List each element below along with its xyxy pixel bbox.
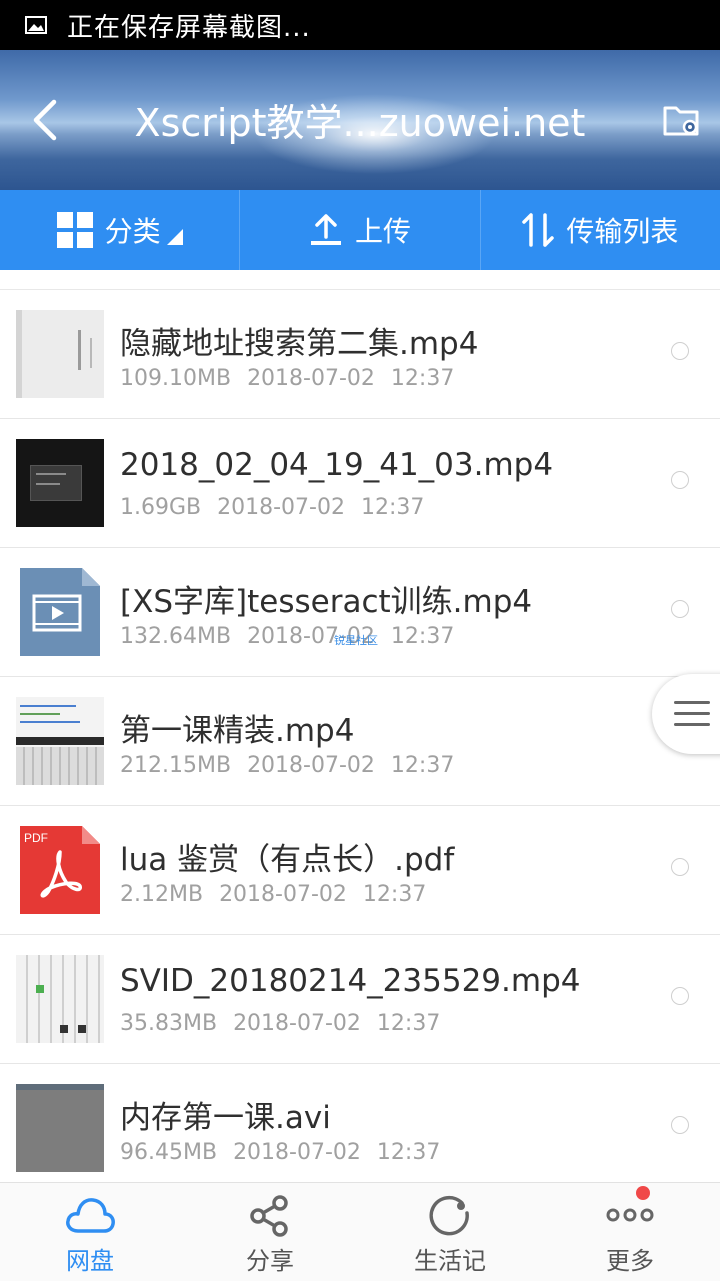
file-meta: 35.83MB 2018-07-02 12:37	[120, 1011, 456, 1036]
file-meta: 96.45MB 2018-07-02 12:37	[120, 1140, 456, 1165]
file-meta: 1.69GB 2018-07-02 12:37	[120, 495, 440, 520]
header: Xscript教学...zuowei.net	[0, 50, 720, 190]
file-date: 2018-07-02	[217, 495, 345, 520]
file-meta: 2.12MB 2018-07-02 12:37	[120, 882, 442, 907]
file-name: 隐藏地址搜索第二集.mp4	[120, 326, 479, 362]
video-thumbnail	[16, 310, 104, 398]
file-name: lua 鉴赏（有点长）.pdf	[120, 842, 455, 878]
status-bar: 正在保存屏幕截图...	[0, 0, 720, 50]
select-radio[interactable]	[671, 987, 689, 1005]
nav-life[interactable]: 生活记	[360, 1183, 540, 1281]
file-name: [XS字库]tesseract训练.mp4	[120, 584, 533, 620]
file-time: 12:37	[390, 624, 455, 649]
dropdown-triangle-icon	[166, 229, 183, 245]
upload-label: 上传	[354, 215, 411, 248]
file-row[interactable]: PDF lua 鉴赏（有点长）.pdf 2.12MB 2018-07-02 12:3…	[0, 806, 720, 935]
category-button[interactable]: 分类	[0, 190, 241, 270]
select-radio[interactable]	[671, 600, 689, 618]
status-text: 正在保存屏幕截图...	[67, 12, 311, 43]
nav-share-label: 分享	[246, 1247, 294, 1275]
grid-icon	[56, 212, 93, 248]
file-row[interactable]: [XS字库]tesseract训练.mp4 132.64MB 2018-07-02…	[0, 548, 720, 677]
file-size: 2.12MB	[120, 882, 204, 907]
transfer-list-button[interactable]: 传输列表	[481, 190, 720, 270]
file-name: SVID_20180214_235529.mp4	[120, 963, 581, 999]
file-time: 12:37	[376, 1011, 441, 1036]
file-list: 隐藏地址搜索第二集.mp4 109.10MB 2018-07-02 12:37 20…	[0, 290, 720, 1192]
category-label: 分类	[104, 215, 161, 248]
file-size: 1.69GB	[120, 495, 202, 520]
file-meta: 212.15MB 2018-07-02 12:37	[120, 753, 470, 778]
video-thumbnail	[16, 439, 104, 527]
nav-more-label: 更多	[606, 1247, 654, 1275]
file-name: 2018_02_04_19_41_03.mp4	[120, 447, 554, 483]
image-icon	[25, 16, 47, 34]
nav-share[interactable]: 分享	[180, 1183, 360, 1281]
file-time: 12:37	[362, 882, 427, 907]
menu-icon	[674, 701, 710, 734]
file-row[interactable]: 隐藏地址搜索第二集.mp4 109.10MB 2018-07-02 12:37	[0, 290, 720, 419]
video-file-icon	[16, 568, 104, 656]
file-size: 132.64MB	[120, 624, 232, 649]
select-radio[interactable]	[671, 342, 689, 360]
pdf-icon: PDF	[16, 826, 104, 914]
file-meta: 109.10MB 2018-07-02 12:37	[120, 366, 470, 391]
file-meta: 132.64MB 2018-07-02 12:37	[120, 624, 470, 649]
video-thumbnail	[16, 955, 104, 1043]
select-radio[interactable]	[671, 858, 689, 876]
share-icon	[250, 1195, 288, 1237]
file-name: 内存第一课.avi	[120, 1100, 331, 1136]
file-time: 12:37	[376, 1140, 441, 1165]
file-row[interactable]: 2018_02_04_19_41_03.mp4 1.69GB 2018-07-02…	[0, 419, 720, 548]
notification-dot	[636, 1186, 650, 1200]
nav-cloud-label: 网盘	[66, 1247, 114, 1275]
more-dots-icon	[606, 1208, 654, 1222]
file-size: 109.10MB	[120, 366, 232, 391]
file-size: 212.15MB	[120, 753, 232, 778]
video-thumbnail	[16, 697, 104, 785]
upload-icon	[310, 214, 341, 245]
cloud-icon	[66, 1198, 115, 1233]
file-date: 2018-07-02	[233, 1011, 361, 1036]
upload-button[interactable]: 上传	[240, 190, 481, 270]
back-arrow-icon[interactable]	[28, 98, 62, 142]
nav-cloud[interactable]: 网盘	[0, 1183, 180, 1281]
file-row[interactable]: SVID_20180214_235529.mp4 35.83MB 2018-07-…	[0, 935, 720, 1064]
bottom-navigation: 网盘 分享 生活记 更多	[0, 1182, 720, 1281]
nav-more[interactable]: 更多	[540, 1183, 720, 1281]
file-time: 12:37	[390, 366, 455, 391]
select-radio[interactable]	[671, 1116, 689, 1134]
file-date: 2018-07-02	[233, 1140, 361, 1165]
file-size: 35.83MB	[120, 1011, 218, 1036]
file-date: 2018-07-02	[247, 366, 375, 391]
file-row[interactable]: 内存第一课.avi 96.45MB 2018-07-02 12:37	[0, 1064, 720, 1192]
life-record-icon	[429, 1195, 469, 1236]
pdf-badge: PDF	[24, 831, 48, 845]
file-row[interactable]: 第一课精装.mp4 212.15MB 2018-07-02 12:37	[0, 677, 720, 806]
file-time: 12:37	[390, 753, 455, 778]
file-date: 2018-07-02	[247, 753, 375, 778]
file-size: 96.45MB	[120, 1140, 218, 1165]
file-time: 12:37	[360, 495, 425, 520]
video-thumbnail	[16, 1084, 104, 1172]
action-toolbar: 分类 上传 传输列表	[0, 190, 720, 270]
page-title: Xscript教学...zuowei.net	[134, 101, 586, 145]
transfer-list-label: 传输列表	[566, 215, 679, 248]
nav-life-label: 生活记	[414, 1247, 486, 1275]
file-name: 第一课精装.mp4	[120, 713, 355, 749]
file-date: 2018-07-02	[219, 882, 347, 907]
watermark: 锐星社区	[334, 634, 378, 647]
select-radio[interactable]	[671, 471, 689, 489]
transfer-arrows-icon	[522, 213, 555, 247]
folder-settings-icon[interactable]	[662, 100, 702, 140]
